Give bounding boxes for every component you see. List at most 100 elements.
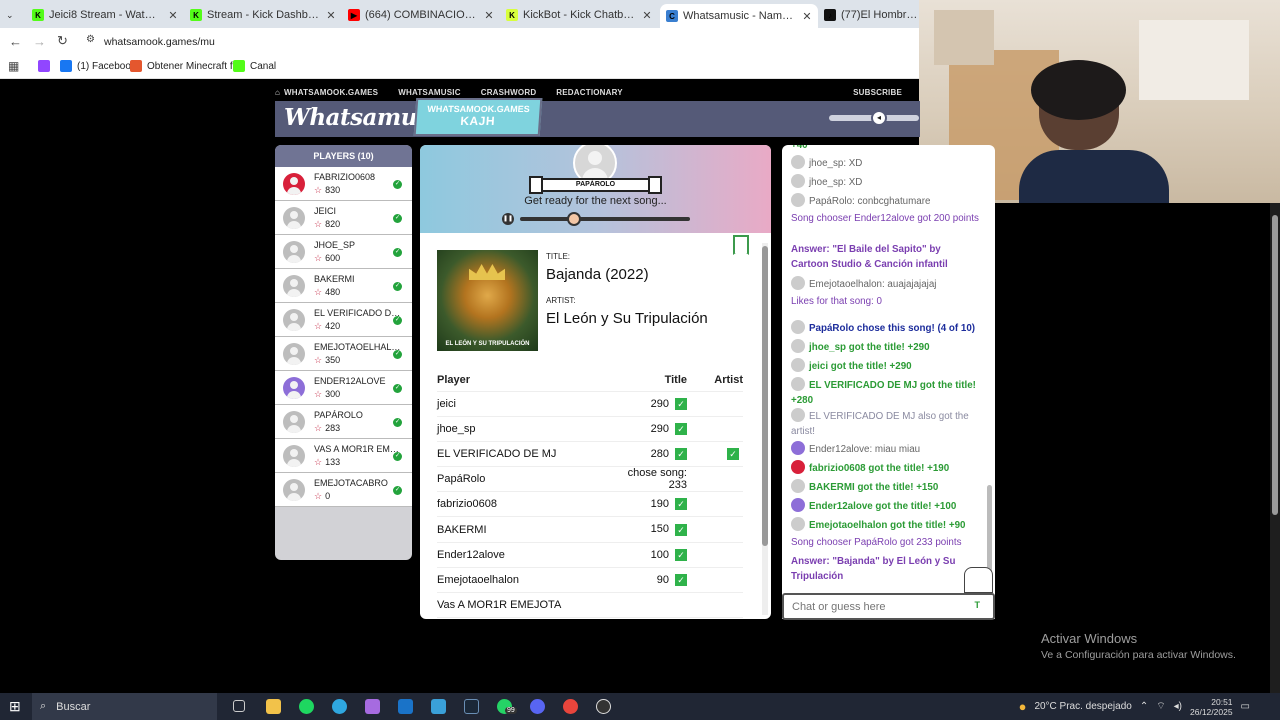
chat-message: Likes for that song: 0 [791, 295, 981, 310]
player-row[interactable]: JHOE_SP ☆ 600 ✓ [275, 235, 412, 269]
song-panel: PAPÁROLO Get ready for the next song... … [420, 145, 771, 619]
chat-send-button[interactable]: T [975, 600, 981, 610]
copilot-icon[interactable] [365, 699, 380, 714]
avatar [791, 320, 805, 334]
tab-title: (77)El Hombre Ideal: Ult [841, 9, 920, 21]
chat-emoji-button[interactable] [964, 567, 993, 593]
player-row[interactable]: JEICI ☆ 820 ✓ [275, 201, 412, 235]
task-view-icon[interactable] [233, 700, 245, 712]
nav-link-1[interactable]: WHATSAMUSIC [398, 88, 461, 97]
bookmark-item[interactable]: Canal [233, 60, 276, 72]
chat-message: EL VERIFICADO DE MJ also got the artist! [791, 408, 981, 439]
row-artist-cell [687, 466, 743, 493]
taskbar-search[interactable]: ⌕ Buscar [32, 693, 217, 720]
tab-favicon-icon: C [666, 10, 678, 22]
url-field[interactable]: whatsamook.games/mu [104, 36, 215, 48]
notification-icon[interactable]: ▭ [1241, 701, 1250, 712]
close-icon[interactable]: ✕ [166, 9, 180, 22]
player-name: EMEJOTAOELHALON [314, 342, 404, 352]
reload-icon[interactable]: ↻ [57, 33, 68, 49]
tray-chevron-icon[interactable]: ⌃ [1140, 701, 1148, 712]
player-row[interactable]: BAKERMI ☆ 480 ✓ [275, 269, 412, 303]
bookmark-item[interactable] [38, 60, 55, 72]
tab-search-button[interactable]: ⌄ [0, 4, 26, 26]
player-row[interactable]: EMEJOTACABRO ☆ 0 ✓ [275, 473, 412, 507]
pause-icon[interactable]: ❚❚ [502, 213, 514, 225]
subscribe-link[interactable]: SUBSCRIBE [853, 88, 902, 97]
browser-tab[interactable]: K Stream - Kick Dashboard ✕ [184, 4, 342, 26]
back-icon[interactable]: ← [9, 34, 22, 49]
close-icon[interactable]: ✕ [482, 9, 496, 22]
file-explorer-icon[interactable] [266, 699, 281, 714]
star-icon: ☆ [314, 287, 323, 297]
avatar [283, 343, 305, 365]
volume-tray-icon[interactable]: ◂) [1174, 701, 1182, 712]
chrome-icon[interactable] [563, 699, 578, 714]
player-row[interactable]: EL VERIFICADO DE MJ ☆ 420 ✓ [275, 303, 412, 337]
nav-link-2[interactable]: CRASHWORD [481, 88, 537, 97]
close-icon[interactable]: ✕ [640, 9, 654, 22]
row-title-points: 290 [650, 422, 669, 435]
nav-link-3[interactable]: REDACTIONARY [556, 88, 623, 97]
checkbox-checked-icon: ✓ [727, 448, 739, 461]
tab-title: (664) COMBINACION DE LA HA [365, 9, 477, 21]
volume-slider[interactable]: ◂ [829, 110, 919, 126]
nav-link-0[interactable]: WHATSAMOOK.GAMES [284, 88, 378, 97]
obs-icon[interactable] [596, 699, 611, 714]
discord-icon[interactable] [530, 699, 545, 714]
crown-icon [469, 264, 505, 280]
outlook-icon[interactable] [398, 699, 413, 714]
chat-message: Ender12alove: miau miau [791, 441, 981, 458]
calculator-icon[interactable] [431, 699, 446, 714]
apps-grid-icon[interactable]: ▦ [8, 59, 19, 73]
chat-message: Ender12alove got the title! +100 [791, 498, 981, 515]
chat-input[interactable] [792, 599, 962, 615]
network-icon[interactable]: ⌔ [1156, 700, 1165, 713]
tab-favicon-icon: K [506, 9, 518, 21]
home-icon[interactable]: ⌂ [275, 88, 280, 97]
forward-icon[interactable]: → [33, 34, 46, 49]
player-row[interactable]: ENDER12ALOVE ☆ 300 ✓ [275, 371, 412, 405]
row-player: Emejotaoelhalon [437, 567, 612, 594]
song-progress-bar[interactable] [520, 212, 690, 226]
page-scrollbar[interactable] [1270, 203, 1280, 693]
weather-text[interactable]: 20°C Prac. despejado [1034, 701, 1131, 712]
browser-tab[interactable]: ♪ (77)El Hombre Ideal: Ult [818, 4, 920, 26]
chat-message: Answer: "Bajanda" by El León y Su Tripul… [791, 555, 981, 584]
clock[interactable]: 20:51 26/12/2025 [1190, 697, 1233, 717]
bookmark-item[interactable]: (1) Facebook [60, 60, 136, 72]
avatar [791, 358, 805, 372]
chat-message: EL VERIFICADO DE MJ got the title! +280 [791, 377, 981, 408]
chat-input-box[interactable]: T [782, 593, 995, 620]
browser-tab[interactable]: ▶ (664) COMBINACION DE LA HA ✕ [342, 4, 500, 26]
volume-icon[interactable]: ◂ [871, 110, 887, 126]
bookmark-item[interactable]: Obtener Minecraft f... [130, 60, 241, 72]
col-artist: Artist [687, 369, 743, 392]
player-row[interactable]: PAPÁROLO ☆ 283 ✓ [275, 405, 412, 439]
title-label: TITLE: [546, 252, 571, 261]
tab-title: Whatsamusic - Name That Tun [683, 10, 795, 22]
clock-time: 20:51 [1211, 696, 1233, 707]
bookmark-icon[interactable] [733, 235, 749, 255]
steam-icon[interactable] [464, 699, 479, 714]
spotify-icon[interactable] [299, 699, 314, 714]
windows-start-icon[interactable]: ⊞ [9, 698, 21, 715]
song-panel-scrollbar[interactable] [762, 243, 768, 615]
close-icon[interactable]: ✕ [324, 9, 338, 22]
chat-message: fabrizio0608 got the title! +190 [791, 460, 981, 477]
player-row[interactable]: VAS A MOR1R EMEJO... ☆133 ✓ [275, 439, 412, 473]
song-artist: El León y Su Tripulación [546, 310, 708, 327]
song-title: Bajanda (2022) [546, 266, 649, 283]
browser-tab[interactable]: K Jeici8 Stream - Watch Live on K ✕ [26, 4, 184, 26]
player-row[interactable]: FABRIZIO0608 ☆ 830 ✓ [275, 167, 412, 201]
close-icon[interactable]: ✕ [800, 10, 814, 23]
player-score-value: 0 [325, 491, 331, 501]
player-score: ☆ 283 [314, 423, 340, 434]
avatar [283, 411, 305, 433]
player-row[interactable]: EMEJOTAOELHALON ☆ 350 ✓ [275, 337, 412, 371]
site-info-icon[interactable]: ⚙ [86, 34, 95, 45]
edge-icon[interactable] [332, 699, 347, 714]
browser-tab[interactable]: K KickBot - Kick Chatbot, Alerts, T ✕ [500, 4, 658, 26]
browser-tab[interactable]: C Whatsamusic - Name That Tun ✕ [660, 4, 818, 28]
player-score: ☆ 420 [314, 321, 340, 332]
